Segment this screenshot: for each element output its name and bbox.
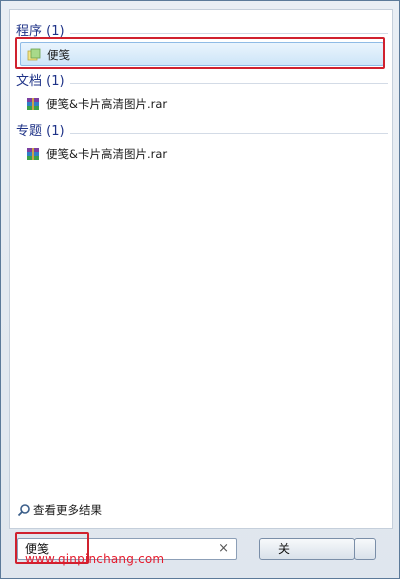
watermark: www.qinpinchang.com: [25, 552, 165, 566]
group-header-label: 专题 (1): [16, 124, 65, 139]
start-menu: 程序 (1) 便笺 文档 (1) 便笺&卡片高清图片.rar 专题 (1) 便笺…: [0, 0, 400, 579]
rar-archive-icon: [27, 148, 39, 160]
group-divider: [70, 83, 388, 84]
result-item-label: 便笺&卡片高清图片.rar: [46, 147, 168, 161]
highlight-box-program: [15, 37, 385, 69]
group-header-label: 文档 (1): [16, 74, 65, 89]
result-item-rar-topic[interactable]: 便笺&卡片高清图片.rar: [20, 142, 384, 166]
clear-icon[interactable]: ×: [218, 539, 229, 559]
group-header-topics: 专题 (1): [16, 122, 388, 142]
group-divider: [70, 33, 388, 34]
rar-archive-icon: [27, 98, 39, 110]
shutdown-options-button[interactable]: [354, 538, 376, 560]
search-icon: [17, 504, 30, 517]
group-divider: [70, 133, 388, 134]
result-item-label: 便笺&卡片高清图片.rar: [46, 97, 168, 111]
shutdown-label: 关: [278, 542, 291, 556]
result-item-rar-document[interactable]: 便笺&卡片高清图片.rar: [20, 92, 384, 116]
search-results-pane: 程序 (1) 便笺 文档 (1) 便笺&卡片高清图片.rar 专题 (1) 便笺…: [9, 9, 393, 529]
group-header-documents: 文档 (1): [16, 72, 388, 92]
shutdown-button[interactable]: 关: [259, 538, 355, 560]
see-more-results-label: 查看更多结果: [33, 503, 102, 517]
